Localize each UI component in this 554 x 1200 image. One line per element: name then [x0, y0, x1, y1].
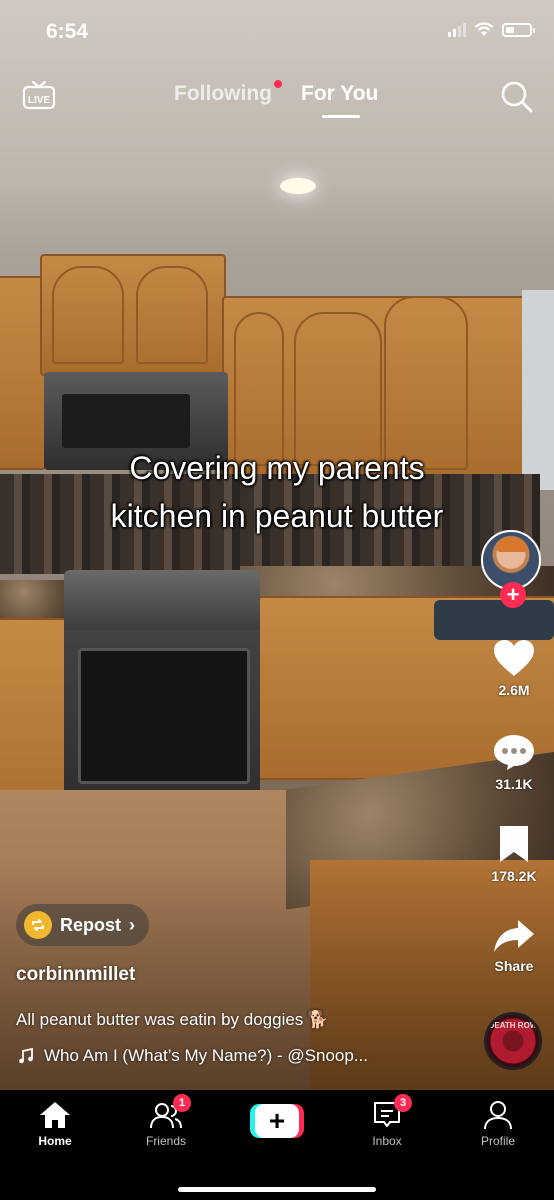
nav-friends-label: Friends	[145, 1134, 186, 1148]
save-button[interactable]: 178.2K	[480, 824, 548, 884]
share-label: Share	[494, 958, 534, 974]
caption-line-2: kitchen in peanut butter	[110, 498, 444, 534]
repost-arrows-icon	[32, 919, 44, 931]
nav-profile[interactable]: Profile	[453, 1100, 543, 1148]
nav-friends[interactable]: 1 Friends	[121, 1094, 211, 1148]
music-info[interactable]: Who Am I (What’s My Name?) - @Snoop...	[18, 1046, 368, 1066]
following-new-dot	[274, 80, 282, 88]
comment-count: 31.1K	[495, 776, 533, 792]
bookmark-icon	[500, 826, 528, 862]
wall-right	[522, 290, 554, 490]
post-description: All peanut butter was eatin by doggies 🐕	[16, 1010, 328, 1030]
nav-inbox[interactable]: 3 Inbox	[342, 1094, 432, 1148]
feed-tabs: Following For You	[0, 80, 554, 120]
description-text: All peanut butter was eatin by doggies	[16, 1010, 304, 1029]
nav-profile-label: Profile	[480, 1134, 515, 1148]
ceiling-light	[280, 178, 316, 194]
create-button[interactable]: +	[250, 1104, 304, 1138]
wifi-icon	[474, 22, 494, 36]
creator-username[interactable]: corbinnmillet	[16, 964, 135, 986]
dog-emoji: 🐕	[307, 1010, 329, 1029]
comment-icon	[494, 735, 534, 770]
status-icons	[448, 22, 535, 37]
share-button[interactable]: Share	[480, 918, 548, 974]
home-icon	[40, 1102, 70, 1128]
active-tab-underline	[322, 115, 360, 118]
save-count: 178.2K	[491, 868, 537, 884]
friends-badge: 1	[173, 1094, 191, 1112]
search-button[interactable]	[500, 80, 534, 114]
avatar-hair	[497, 538, 527, 552]
repost-button[interactable]: Repost ›	[16, 904, 150, 946]
comment-button[interactable]: 31.1K	[480, 732, 548, 792]
chevron-right-icon: ›	[129, 914, 136, 935]
plus-icon: +	[255, 1104, 299, 1138]
share-arrow-icon	[494, 920, 534, 952]
sink	[434, 600, 554, 640]
signal-icon	[448, 22, 466, 37]
like-count: 2.6M	[498, 682, 530, 698]
battery-icon	[502, 22, 535, 37]
bottom-nav: Home 1 Friends + 3 Inbox Profile	[0, 1090, 554, 1200]
video-caption: Covering my parents kitchen in peanut bu…	[30, 444, 524, 540]
caption-line-1: Covering my parents	[129, 450, 425, 486]
nav-home[interactable]: Home	[10, 1100, 100, 1148]
tiktok-screen: 6:54 LIVE Following For You Covering my …	[0, 0, 554, 1200]
disc-label: DEATH ROW	[488, 1021, 538, 1030]
home-indicator[interactable]	[178, 1187, 376, 1192]
upper-cabinet-over-microwave	[40, 254, 226, 376]
creator-avatar[interactable]	[481, 530, 541, 590]
heart-icon	[494, 640, 534, 676]
inbox-badge: 3	[394, 1094, 412, 1112]
nav-inbox-label: Inbox	[372, 1134, 402, 1148]
repost-badge	[24, 911, 52, 939]
nav-home-label: Home	[38, 1134, 72, 1148]
tab-following[interactable]: Following	[174, 82, 272, 106]
search-icon	[501, 81, 533, 113]
repost-label: Repost	[60, 914, 122, 935]
tab-for-you[interactable]: For You	[301, 82, 378, 106]
follow-plus-button[interactable]: +	[500, 582, 526, 608]
music-disc[interactable]: DEATH ROW	[484, 1012, 542, 1070]
status-bar: 6:54	[0, 0, 554, 60]
like-button[interactable]: 2.6M	[480, 638, 548, 698]
music-note-icon	[19, 1048, 33, 1064]
profile-icon	[484, 1101, 512, 1130]
music-title: Who Am I (What’s My Name?) - @Snoop...	[44, 1046, 368, 1065]
status-time: 6:54	[46, 20, 89, 43]
